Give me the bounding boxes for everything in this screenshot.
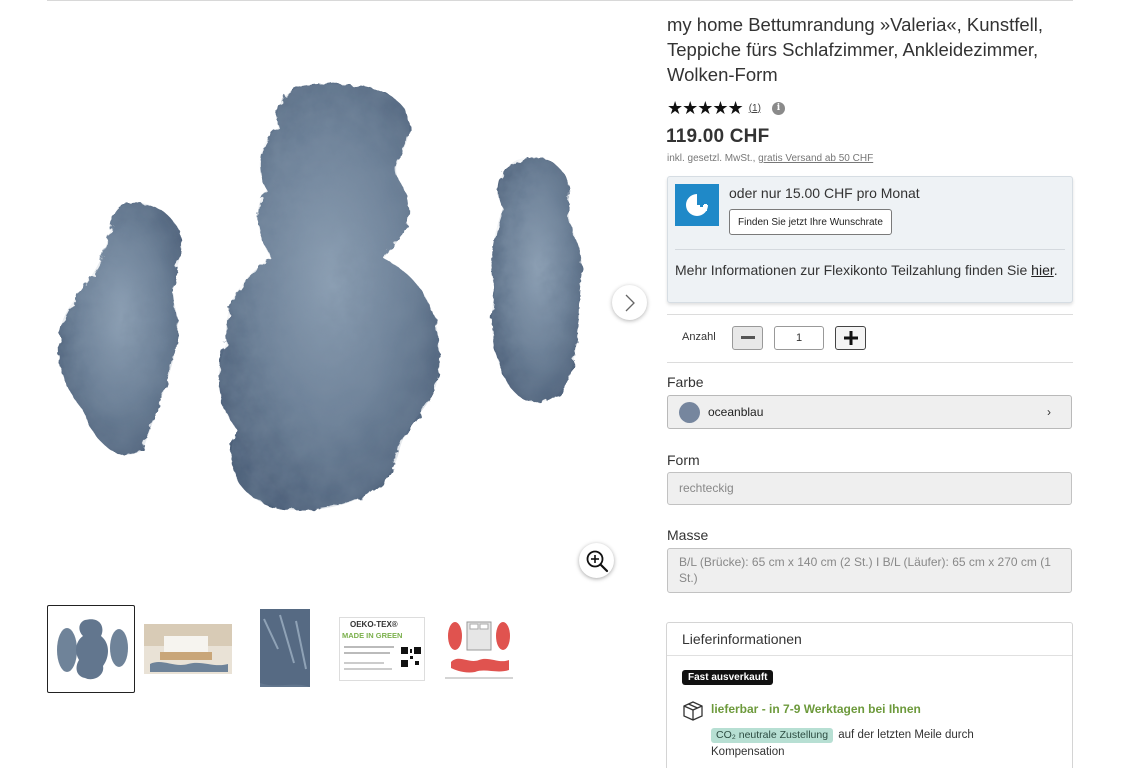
delivery-title: Lieferinformationen — [682, 631, 802, 647]
thumbnail-5[interactable] — [435, 605, 523, 693]
size-field[interactable]: B/L (Brücke): 65 cm x 140 cm (2 St.) I B… — [667, 548, 1072, 593]
quantity-increase-button[interactable] — [835, 326, 866, 350]
monthly-rate-text: oder nur 15.00 CHF pro Monat — [729, 185, 920, 201]
shipping-link[interactable]: gratis Versand ab 50 CHF — [758, 153, 873, 164]
find-rate-button[interactable]: Finden Sie jetzt Ihre Wunschrate — [729, 209, 892, 235]
size-label: Masse — [667, 527, 709, 543]
thumbnail-2[interactable] — [144, 605, 232, 693]
financing-more-info: Mehr Informationen zur Flexikonto Teilza… — [675, 261, 1065, 279]
top-divider — [47, 0, 1073, 1]
thumbnail-1[interactable] — [47, 605, 135, 693]
oeko-tex-label: OEKO-TEX® MADE IN GREEN — [339, 617, 425, 681]
divider — [667, 314, 1073, 315]
color-select[interactable]: oceanblau › — [667, 395, 1072, 429]
rating-count-link[interactable]: (1) — [749, 103, 761, 114]
shape-label: Form — [667, 452, 700, 468]
financing-period: . — [1053, 262, 1058, 278]
next-image-button[interactable] — [612, 285, 647, 320]
co2-badge: CO₂ neutrale Zustellung — [711, 728, 834, 743]
quantity-decrease-button[interactable] — [732, 326, 763, 350]
thumbnail-dimensions-image — [445, 621, 513, 679]
thumbnail-bedroom-image — [144, 624, 232, 674]
delivery-info-box: Lieferinformationen Fast ausverkauft lie… — [666, 622, 1073, 768]
oeko-tex-title: OEKO-TEX® — [350, 620, 398, 629]
financing-here-link[interactable]: hier — [1031, 262, 1054, 278]
stock-badge: Fast ausverkauft — [682, 670, 774, 685]
rating-row: ★★★★★ (1) i — [667, 97, 785, 118]
financing-box: oder nur 15.00 CHF pro Monat Finden Sie … — [667, 176, 1073, 303]
info-icon[interactable]: i — [771, 101, 785, 115]
made-in-green-text: MADE IN GREEN — [342, 631, 403, 640]
color-label: Farbe — [667, 374, 704, 390]
rating-stars-icon: ★★★★★ — [667, 97, 744, 118]
product-price: 119.00 CHF — [666, 126, 770, 147]
product-title: my home Bettumrandung »Valeria«, Kunstfe… — [667, 14, 1044, 85]
co2-info: CO₂ neutrale Zustellung auf der letzten … — [711, 727, 1031, 761]
financing-more-text: Mehr Informationen zur Flexikonto Teilza… — [675, 262, 1028, 278]
thumbnail-3[interactable] — [241, 605, 329, 693]
divider — [667, 362, 1073, 363]
product-main-image[interactable] — [47, 80, 647, 550]
minus-icon — [740, 336, 755, 339]
financing-divider — [675, 249, 1065, 250]
qr-code-icon — [400, 646, 422, 668]
color-swatch — [679, 401, 700, 423]
thumbnail-rugs-image — [57, 619, 128, 680]
chevron-right-icon — [625, 294, 635, 311]
quantity-input[interactable] — [774, 326, 824, 350]
flexikonto-logo-icon — [675, 184, 719, 226]
vat-info: inkl. gesetzl. MwSt., gratis Versand ab … — [667, 153, 873, 164]
product-gallery — [47, 20, 647, 590]
thumbnail-fur-closeup-image — [260, 609, 310, 687]
chevron-right-icon: › — [1047, 405, 1051, 419]
availability-text: lieferbar - in 7-9 Werktagen bei Ihnen — [711, 702, 921, 716]
vat-text: inkl. gesetzl. MwSt., — [667, 153, 756, 164]
thumbnail-4[interactable]: OEKO-TEX® MADE IN GREEN — [338, 605, 426, 693]
package-icon — [683, 701, 703, 721]
shape-field[interactable]: rechteckig — [667, 472, 1072, 505]
color-value: oceanblau — [708, 405, 764, 419]
quantity-label: Anzahl — [682, 331, 716, 343]
delivery-divider — [667, 655, 1072, 656]
zoom-in-icon — [586, 550, 608, 572]
plus-icon — [843, 331, 858, 345]
zoom-button[interactable] — [579, 543, 614, 578]
